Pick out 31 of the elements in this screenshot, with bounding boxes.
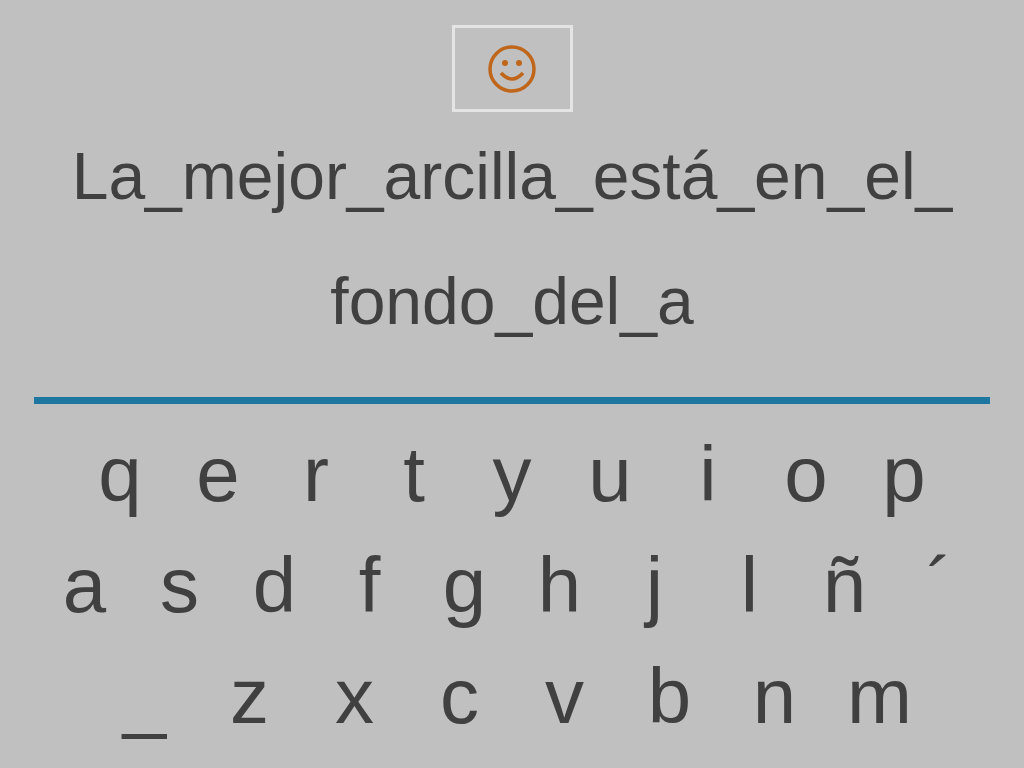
letter-key[interactable]: ´	[892, 539, 987, 630]
letter-key[interactable]: p	[855, 428, 953, 519]
letter-key[interactable]: r	[267, 428, 365, 519]
letter-key[interactable]: f	[322, 539, 417, 630]
letter-key[interactable]: j	[607, 539, 702, 630]
letter-key[interactable]: a	[37, 539, 132, 630]
letter-key[interactable]: z	[197, 650, 302, 741]
letter-key[interactable]: e	[169, 428, 267, 519]
smiley-icon	[486, 42, 538, 95]
letter-key[interactable]: n	[722, 650, 827, 741]
letter-key[interactable]: o	[757, 428, 855, 519]
letter-key[interactable]: q	[71, 428, 169, 519]
letter-key[interactable]: v	[512, 650, 617, 741]
letter-key[interactable]: m	[827, 650, 932, 741]
letter-key[interactable]: x	[302, 650, 407, 741]
letter-key[interactable]: _	[92, 650, 197, 741]
letter-key[interactable]: d	[227, 539, 322, 630]
letter-key[interactable]: b	[617, 650, 722, 741]
letter-key[interactable]: y	[463, 428, 561, 519]
letter-key[interactable]: h	[512, 539, 607, 630]
letter-key[interactable]: i	[659, 428, 757, 519]
phrase-line: fondo_del_a	[330, 263, 694, 340]
letter-key[interactable]: t	[365, 428, 463, 519]
letter-key[interactable]: u	[561, 428, 659, 519]
phrase-line: La_mejor_arcilla_está_en_el_	[71, 138, 953, 215]
letter-key[interactable]: l	[702, 539, 797, 630]
letter-key[interactable]: ñ	[797, 539, 892, 630]
letter-key[interactable]: s	[132, 539, 227, 630]
letter-key[interactable]: c	[407, 650, 512, 741]
hint-box[interactable]	[451, 25, 573, 112]
letter-key[interactable]: g	[417, 539, 512, 630]
